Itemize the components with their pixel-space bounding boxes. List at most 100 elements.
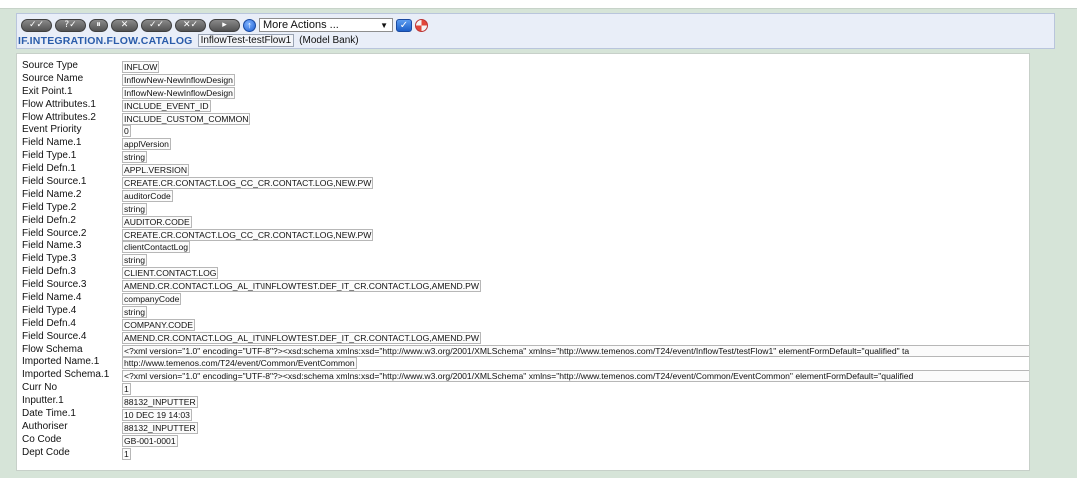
field-row: Field Defn.2 AUDITOR.CODE xyxy=(22,215,1028,228)
company-name: (Model Bank) xyxy=(299,35,359,46)
field-value: APPL.VERSION xyxy=(122,164,190,177)
field-value: InflowNew-NewInflowDesign xyxy=(122,73,235,86)
delete-button[interactable]: ✕ xyxy=(111,18,138,32)
field-row: Field Defn.3 CLIENT.CONTACT.LOG xyxy=(22,266,1028,280)
field-value: 88132_INPUTTER xyxy=(122,421,198,434)
field-value: string xyxy=(122,254,148,267)
up-arrow-icon[interactable]: ↑ xyxy=(243,18,256,32)
more-actions-select[interactable]: More Actions ... ▼ xyxy=(259,18,393,32)
field-row: Field Source.1 CREATE.CR.CONTACT.LOG_CC_C… xyxy=(22,176,1028,190)
field-row: Co Code GB-001-0001 xyxy=(22,434,1028,447)
field-row: Field Type.3 string xyxy=(22,253,1028,267)
field-row: Flow Attributes.2 INCLUDE_CUSTOM_COMMON xyxy=(22,112,1028,125)
field-label: Field Type.2 xyxy=(22,201,77,213)
field-label: Field Source.3 xyxy=(22,279,87,291)
field-value: COMPANY.CODE xyxy=(122,318,195,331)
field-value: GB-001-0001 xyxy=(122,434,178,447)
help-lifebuoy-icon[interactable] xyxy=(415,18,428,32)
toolbar: ✓✓ ?✓ ⏸ ✕ ✓✓ ✕✓ ▸ ↑ More Actions ... ▼ ✓ xyxy=(21,17,428,33)
field-value: AUDITOR.CODE xyxy=(122,215,192,228)
field-label: Field Name.2 xyxy=(22,188,82,200)
field-label: Authoriser xyxy=(22,420,68,432)
field-value: AMEND.CR.CONTACT.LOG_AL_IT\INFLOWTEST.DE… xyxy=(122,331,481,344)
reverse-button[interactable]: ✕✓ xyxy=(175,18,206,32)
field-row: Field Name.3 clientContactLog xyxy=(22,240,1028,254)
field-label: Field Type.4 xyxy=(22,304,77,316)
field-value: 88132_INPUTTER xyxy=(122,396,198,409)
field-label: Co Code xyxy=(22,433,62,445)
field-label: Curr No xyxy=(22,382,58,394)
field-row: Field Source.3 AMEND.CR.CONTACT.LOG_AL_IT… xyxy=(22,279,1028,293)
field-label: Field Source.1 xyxy=(22,176,87,188)
field-row: Flow Schema <?xml version="1.0" encoding=… xyxy=(22,343,1029,357)
field-label: Field Type.3 xyxy=(22,253,77,265)
field-value: 1 xyxy=(122,447,131,460)
field-label: Field Source.4 xyxy=(22,330,87,342)
record-id: InflowTest-testFlow1 xyxy=(197,34,295,47)
field-value: 1 xyxy=(122,383,131,396)
top-border xyxy=(0,0,1077,9)
field-row: Source Type INFLOW xyxy=(22,60,1028,73)
field-list: Source Type INFLOW Source Name InflowNew-Ne… xyxy=(22,60,1029,460)
field-label: Source Type xyxy=(22,60,78,71)
field-row: Event Priority 0 xyxy=(22,124,1028,138)
field-row: Field Name.1 applVersion xyxy=(22,137,1028,151)
field-row: Dept Code 1 xyxy=(22,447,1028,460)
field-row: Field Name.4 companyCode xyxy=(22,292,1028,306)
field-label: Field Name.1 xyxy=(22,137,82,149)
field-row: Inputter.1 88132_INPUTTER xyxy=(22,395,1028,409)
field-row: Field Source.4 AMEND.CR.CONTACT.LOG_AL_IT… xyxy=(22,331,1028,344)
field-value: AMEND.CR.CONTACT.LOG_AL_IT\INFLOWTEST.DE… xyxy=(122,280,481,293)
field-value: http://www.temenos.com/T24/event/Common/… xyxy=(122,357,357,370)
field-label: Field Defn.3 xyxy=(22,266,76,278)
field-label: Field Defn.1 xyxy=(22,163,76,175)
validate-button[interactable]: ✓✓ xyxy=(21,18,52,32)
field-value: string xyxy=(122,305,148,318)
field-value: <?xml version="1.0" encoding="UTF-8"?><x… xyxy=(122,344,1029,357)
page: ✓✓ ?✓ ⏸ ✕ ✓✓ ✕✓ ▸ ↑ More Actions ... ▼ ✓… xyxy=(0,0,1077,478)
field-value: auditorCode xyxy=(122,189,173,202)
field-row: Authoriser 88132_INPUTTER xyxy=(22,421,1028,434)
header-panel: ✓✓ ?✓ ⏸ ✕ ✓✓ ✕✓ ▸ ↑ More Actions ... ▼ ✓… xyxy=(16,13,1055,49)
field-label: Flow Schema xyxy=(22,343,83,355)
hold-button[interactable]: ?✓ xyxy=(55,18,86,32)
field-label: Flow Attributes.2 xyxy=(22,111,96,123)
field-value: companyCode xyxy=(122,293,182,306)
chevron-down-icon: ▼ xyxy=(380,21,388,30)
field-label: Source Name xyxy=(22,72,84,84)
field-label: Field Name.4 xyxy=(22,292,82,304)
field-label: Field Defn.2 xyxy=(22,214,76,226)
field-label: Date Time.1 xyxy=(22,408,76,420)
next-button[interactable]: ▸ xyxy=(209,18,240,32)
authorise-button[interactable]: ✓✓ xyxy=(141,18,172,32)
field-label: Field Type.1 xyxy=(22,150,77,162)
field-row: Flow Attributes.1 INCLUDE_EVENT_ID xyxy=(22,99,1028,112)
field-value: INFLOW xyxy=(122,61,160,73)
breadcrumb: IF.INTEGRATION.FLOW.CATALOG InflowTest-t… xyxy=(18,34,359,47)
go-check-icon[interactable]: ✓ xyxy=(396,18,412,32)
field-value: InflowNew-NewInflowDesign xyxy=(122,86,235,99)
field-label: Field Defn.4 xyxy=(22,317,76,329)
field-label: Exit Point.1 xyxy=(22,85,73,97)
field-value: <?xml version="1.0" encoding="UTF-8"?><x… xyxy=(122,370,1029,383)
field-label: Inputter.1 xyxy=(22,395,64,407)
field-label: Imported Name.1 xyxy=(22,356,100,368)
field-row: Field Name.2 auditorCode xyxy=(22,189,1028,202)
field-row: Date Time.1 10 DEC 19 14:03 xyxy=(22,408,1028,422)
field-label: Imported Schema.1 xyxy=(22,369,110,381)
field-row: Exit Point.1 InflowNew-NewInflowDesign xyxy=(22,86,1028,99)
field-value: 0 xyxy=(122,125,131,138)
field-label: Field Name.3 xyxy=(22,240,82,252)
field-label: Event Priority xyxy=(22,124,82,136)
field-value: INCLUDE_EVENT_ID xyxy=(122,99,211,112)
field-row: Imported Name.1 http://www.temenos.com/T2… xyxy=(22,356,1028,370)
field-value: clientContactLog xyxy=(122,241,191,254)
record-view: Source Type INFLOW Source Name InflowNew-Ne… xyxy=(16,53,1030,471)
field-value: string xyxy=(122,202,148,215)
field-value: applVersion xyxy=(122,138,171,151)
field-value: CREATE.CR.CONTACT.LOG_CC_CR.CONTACT.LOG,… xyxy=(122,228,374,241)
field-value: string xyxy=(122,151,148,164)
pause-button[interactable]: ⏸ xyxy=(89,18,108,32)
field-row: Field Type.1 string xyxy=(22,150,1028,164)
more-actions-value: More Actions ... xyxy=(263,19,339,31)
